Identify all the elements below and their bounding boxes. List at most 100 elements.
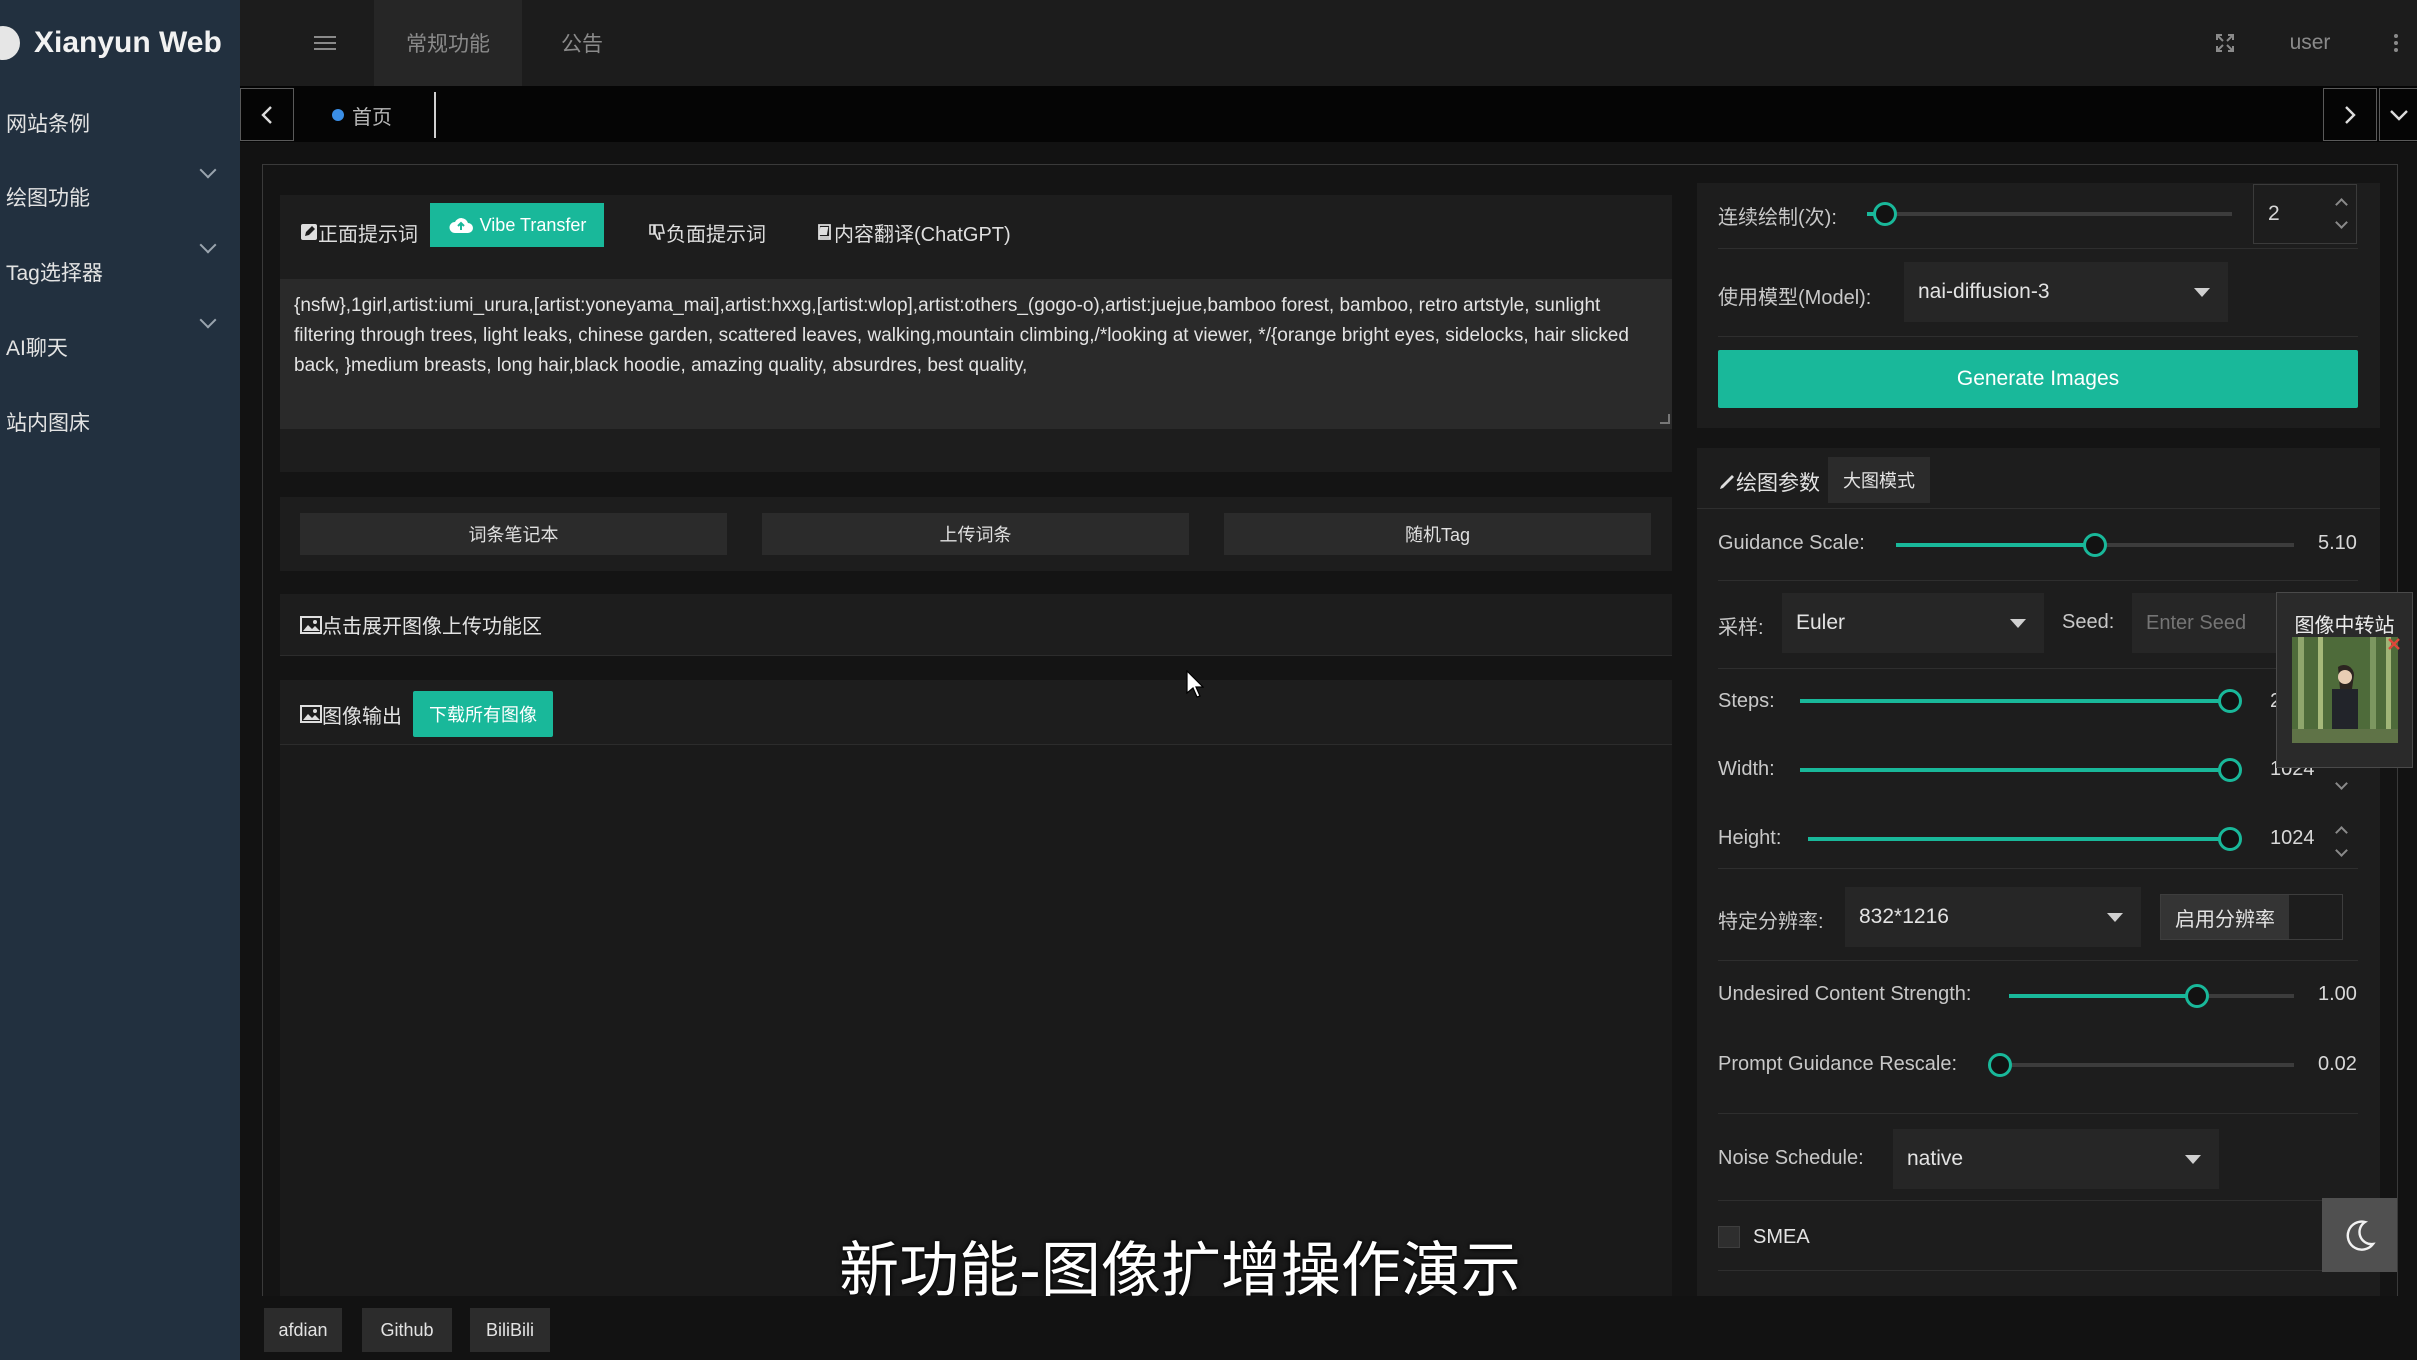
thumbnail-image[interactable]: [2292, 637, 2398, 743]
download-all-button[interactable]: 下载所有图像: [413, 691, 553, 737]
enable-resolution-toggle[interactable]: 启用分辨率: [2160, 894, 2343, 940]
guidance-slider[interactable]: [1896, 533, 2294, 557]
sidebar-item-rules[interactable]: 网站条例: [0, 86, 240, 160]
image-upload-toggle[interactable]: 点击展开图像上传功能区: [280, 594, 1672, 656]
tab-translate-label: 内容翻译(ChatGPT): [834, 223, 1011, 246]
tab-vibe-label: Vibe Transfer: [479, 214, 587, 235]
tags-dropdown-button[interactable]: [2379, 88, 2417, 141]
upload-words-button[interactable]: 上传词条: [762, 513, 1189, 555]
seed-label: Seed:: [2062, 611, 2115, 633]
footer-link-github[interactable]: Github: [362, 1308, 452, 1352]
tab-vibe-transfer[interactable]: Vibe Transfer: [430, 203, 604, 247]
noise-select[interactable]: native: [1893, 1129, 2219, 1189]
model-select[interactable]: nai-diffusion-3: [1904, 262, 2228, 322]
more-icon[interactable]: [2386, 0, 2406, 86]
footer: [240, 1296, 2417, 1360]
sidebar-item-image-host[interactable]: 站内图床: [0, 385, 240, 459]
params-title: 绘图参数: [1718, 462, 1820, 502]
tag-home[interactable]: 首页: [318, 92, 436, 138]
rescale-value: 0.02: [2318, 1053, 2357, 1075]
tags-bar: [240, 86, 2417, 142]
footer-link-bilibili[interactable]: BiliBili: [470, 1308, 550, 1352]
chevron-down-icon: [199, 161, 217, 179]
sidebar-item-label: 网站条例: [6, 113, 90, 136]
close-icon[interactable]: [2387, 637, 2401, 651]
tab-negative-prompt[interactable]: 负面提示词: [648, 212, 766, 252]
active-dot-icon: [332, 109, 344, 121]
sidebar-item-label: 绘图功能: [6, 187, 90, 210]
undesired-value: 1.00: [2318, 983, 2357, 1005]
repeat-slider[interactable]: [1867, 202, 2232, 226]
resolution-label: 特定分辨率:: [1718, 911, 1824, 933]
prompt-textarea[interactable]: {nsfw},1girl,artist:iumi_urura,[artist:y…: [280, 279, 1672, 429]
sidebar-item-drawing[interactable]: 绘图功能: [0, 160, 240, 234]
noise-value: native: [1907, 1147, 1964, 1170]
caret-down-icon: [2185, 1155, 2201, 1164]
generate-images-button[interactable]: Generate Images: [1718, 350, 2358, 408]
big-mode-button[interactable]: 大图模式: [1828, 457, 1930, 503]
tab-positive-label: 正面提示词: [318, 223, 418, 246]
cloud-upload-icon: [449, 218, 473, 233]
sidebar-item-tag-selector[interactable]: Tag选择器: [0, 235, 240, 309]
height-slider[interactable]: [1808, 827, 2242, 851]
slider-knob[interactable]: [2218, 758, 2242, 782]
output-title: 图像输出: [300, 694, 402, 734]
sidebar: Xianyun Web 网站条例 绘图功能 Tag选择器 AI聊天 站内图床: [0, 0, 240, 1360]
resize-handle-icon[interactable]: [1660, 414, 1670, 424]
params-label: 绘图参数: [1736, 472, 1820, 495]
tab-positive-prompt[interactable]: 正面提示词: [300, 212, 418, 252]
sampler-label: 采样:: [1718, 617, 1764, 639]
height-stepper[interactable]: [2334, 812, 2350, 872]
theme-toggle-button[interactable]: [2322, 1198, 2397, 1272]
resolution-select[interactable]: 832*1216: [1845, 887, 2141, 947]
scroll-right-button[interactable]: [2323, 88, 2377, 141]
cursor-icon: [1186, 670, 1204, 698]
thumbs-down-icon: [649, 224, 666, 240]
brand-name: Xianyun Web: [34, 26, 222, 59]
random-tag-button[interactable]: 随机Tag: [1224, 513, 1651, 555]
footer-link-afdian[interactable]: afdian: [264, 1308, 342, 1352]
model-value: nai-diffusion-3: [1918, 280, 2050, 303]
rescale-slider[interactable]: [1988, 1053, 2294, 1077]
tab-translate[interactable]: 内容翻译(ChatGPT): [816, 212, 1011, 252]
image-icon: [300, 705, 322, 723]
fullscreen-icon[interactable]: [2205, 0, 2245, 86]
height-label: Height:: [1718, 827, 1782, 849]
caret-down-icon: [2010, 619, 2026, 628]
repeat-stepper[interactable]: [2334, 184, 2350, 244]
undesired-slider[interactable]: [2009, 984, 2294, 1008]
height-value: 1024: [2270, 827, 2315, 849]
brush-icon: [1720, 475, 1734, 489]
slider-knob[interactable]: [2083, 533, 2107, 557]
sidebar-item-label: AI聊天: [6, 337, 68, 360]
sidebar-item-label: Tag选择器: [6, 262, 103, 285]
rescale-label: Prompt Guidance Rescale:: [1718, 1053, 1958, 1075]
moon-icon: [2346, 1220, 2376, 1251]
seed-input[interactable]: [2132, 593, 2278, 653]
output-label: 图像输出: [322, 705, 402, 728]
tab-general[interactable]: 常规功能: [374, 0, 522, 86]
undesired-label: Undesired Content Strength:: [1718, 983, 1972, 1005]
chevron-down-icon: [199, 236, 217, 254]
steps-slider[interactable]: [1800, 689, 2242, 713]
scroll-left-button[interactable]: [240, 88, 294, 141]
sidebar-item-ai-chat[interactable]: AI聊天: [0, 310, 240, 384]
slider-knob[interactable]: [1988, 1053, 2012, 1077]
tab-announcement[interactable]: 公告: [540, 0, 624, 86]
menu-toggle-icon[interactable]: [300, 0, 350, 86]
sampler-select[interactable]: Euler: [1782, 593, 2044, 653]
caret-down-icon: [2194, 288, 2210, 297]
image-transfer-station[interactable]: 图像中转站: [2276, 592, 2413, 768]
slider-knob[interactable]: [2185, 984, 2210, 1008]
slider-knob[interactable]: [2218, 689, 2242, 713]
slider-knob[interactable]: [2218, 827, 2242, 851]
repeat-count-value: 2: [2268, 202, 2280, 225]
steps-label: Steps:: [1718, 690, 1775, 712]
user-name[interactable]: user: [2280, 0, 2340, 86]
notebook-button[interactable]: 词条笔记本: [300, 513, 727, 555]
width-slider[interactable]: [1800, 758, 2242, 782]
width-label: Width:: [1718, 758, 1775, 780]
edit-icon: [301, 224, 317, 240]
sidebar-item-label: 站内图床: [6, 412, 90, 435]
tag-home-label: 首页: [352, 106, 392, 129]
